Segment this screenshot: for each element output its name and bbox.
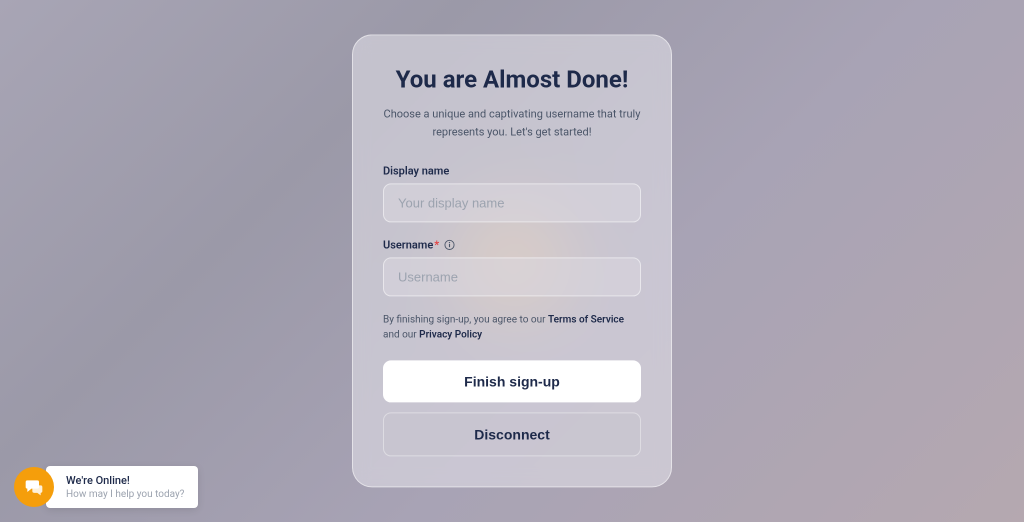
username-label: Username* xyxy=(383,239,641,252)
finish-signup-button[interactable]: Finish sign-up xyxy=(383,361,641,403)
legal-text: By finishing sign-up, you agree to our T… xyxy=(383,313,641,343)
terms-of-service-link[interactable]: Terms of Service xyxy=(548,315,624,326)
username-group: Username* xyxy=(383,239,641,297)
privacy-policy-link[interactable]: Privacy Policy xyxy=(419,330,482,341)
chat-title: We're Online! xyxy=(66,474,184,487)
info-icon[interactable] xyxy=(443,239,455,251)
display-name-label: Display name xyxy=(383,165,641,178)
modal-title: You are Almost Done! xyxy=(383,65,641,93)
chat-card[interactable]: We're Online! How may I help you today? xyxy=(46,466,198,508)
disconnect-button[interactable]: Disconnect xyxy=(383,413,641,457)
display-name-input[interactable] xyxy=(383,184,641,223)
username-input[interactable] xyxy=(383,258,641,297)
chat-icon[interactable] xyxy=(14,467,54,507)
display-name-group: Display name xyxy=(383,165,641,223)
required-asterisk: * xyxy=(434,239,439,252)
modal-subtitle: Choose a unique and captivating username… xyxy=(383,105,641,140)
chat-subtitle: How may I help you today? xyxy=(66,489,184,500)
signup-modal: You are Almost Done! Choose a unique and… xyxy=(352,34,672,487)
chat-widget[interactable]: We're Online! How may I help you today? xyxy=(14,466,198,508)
